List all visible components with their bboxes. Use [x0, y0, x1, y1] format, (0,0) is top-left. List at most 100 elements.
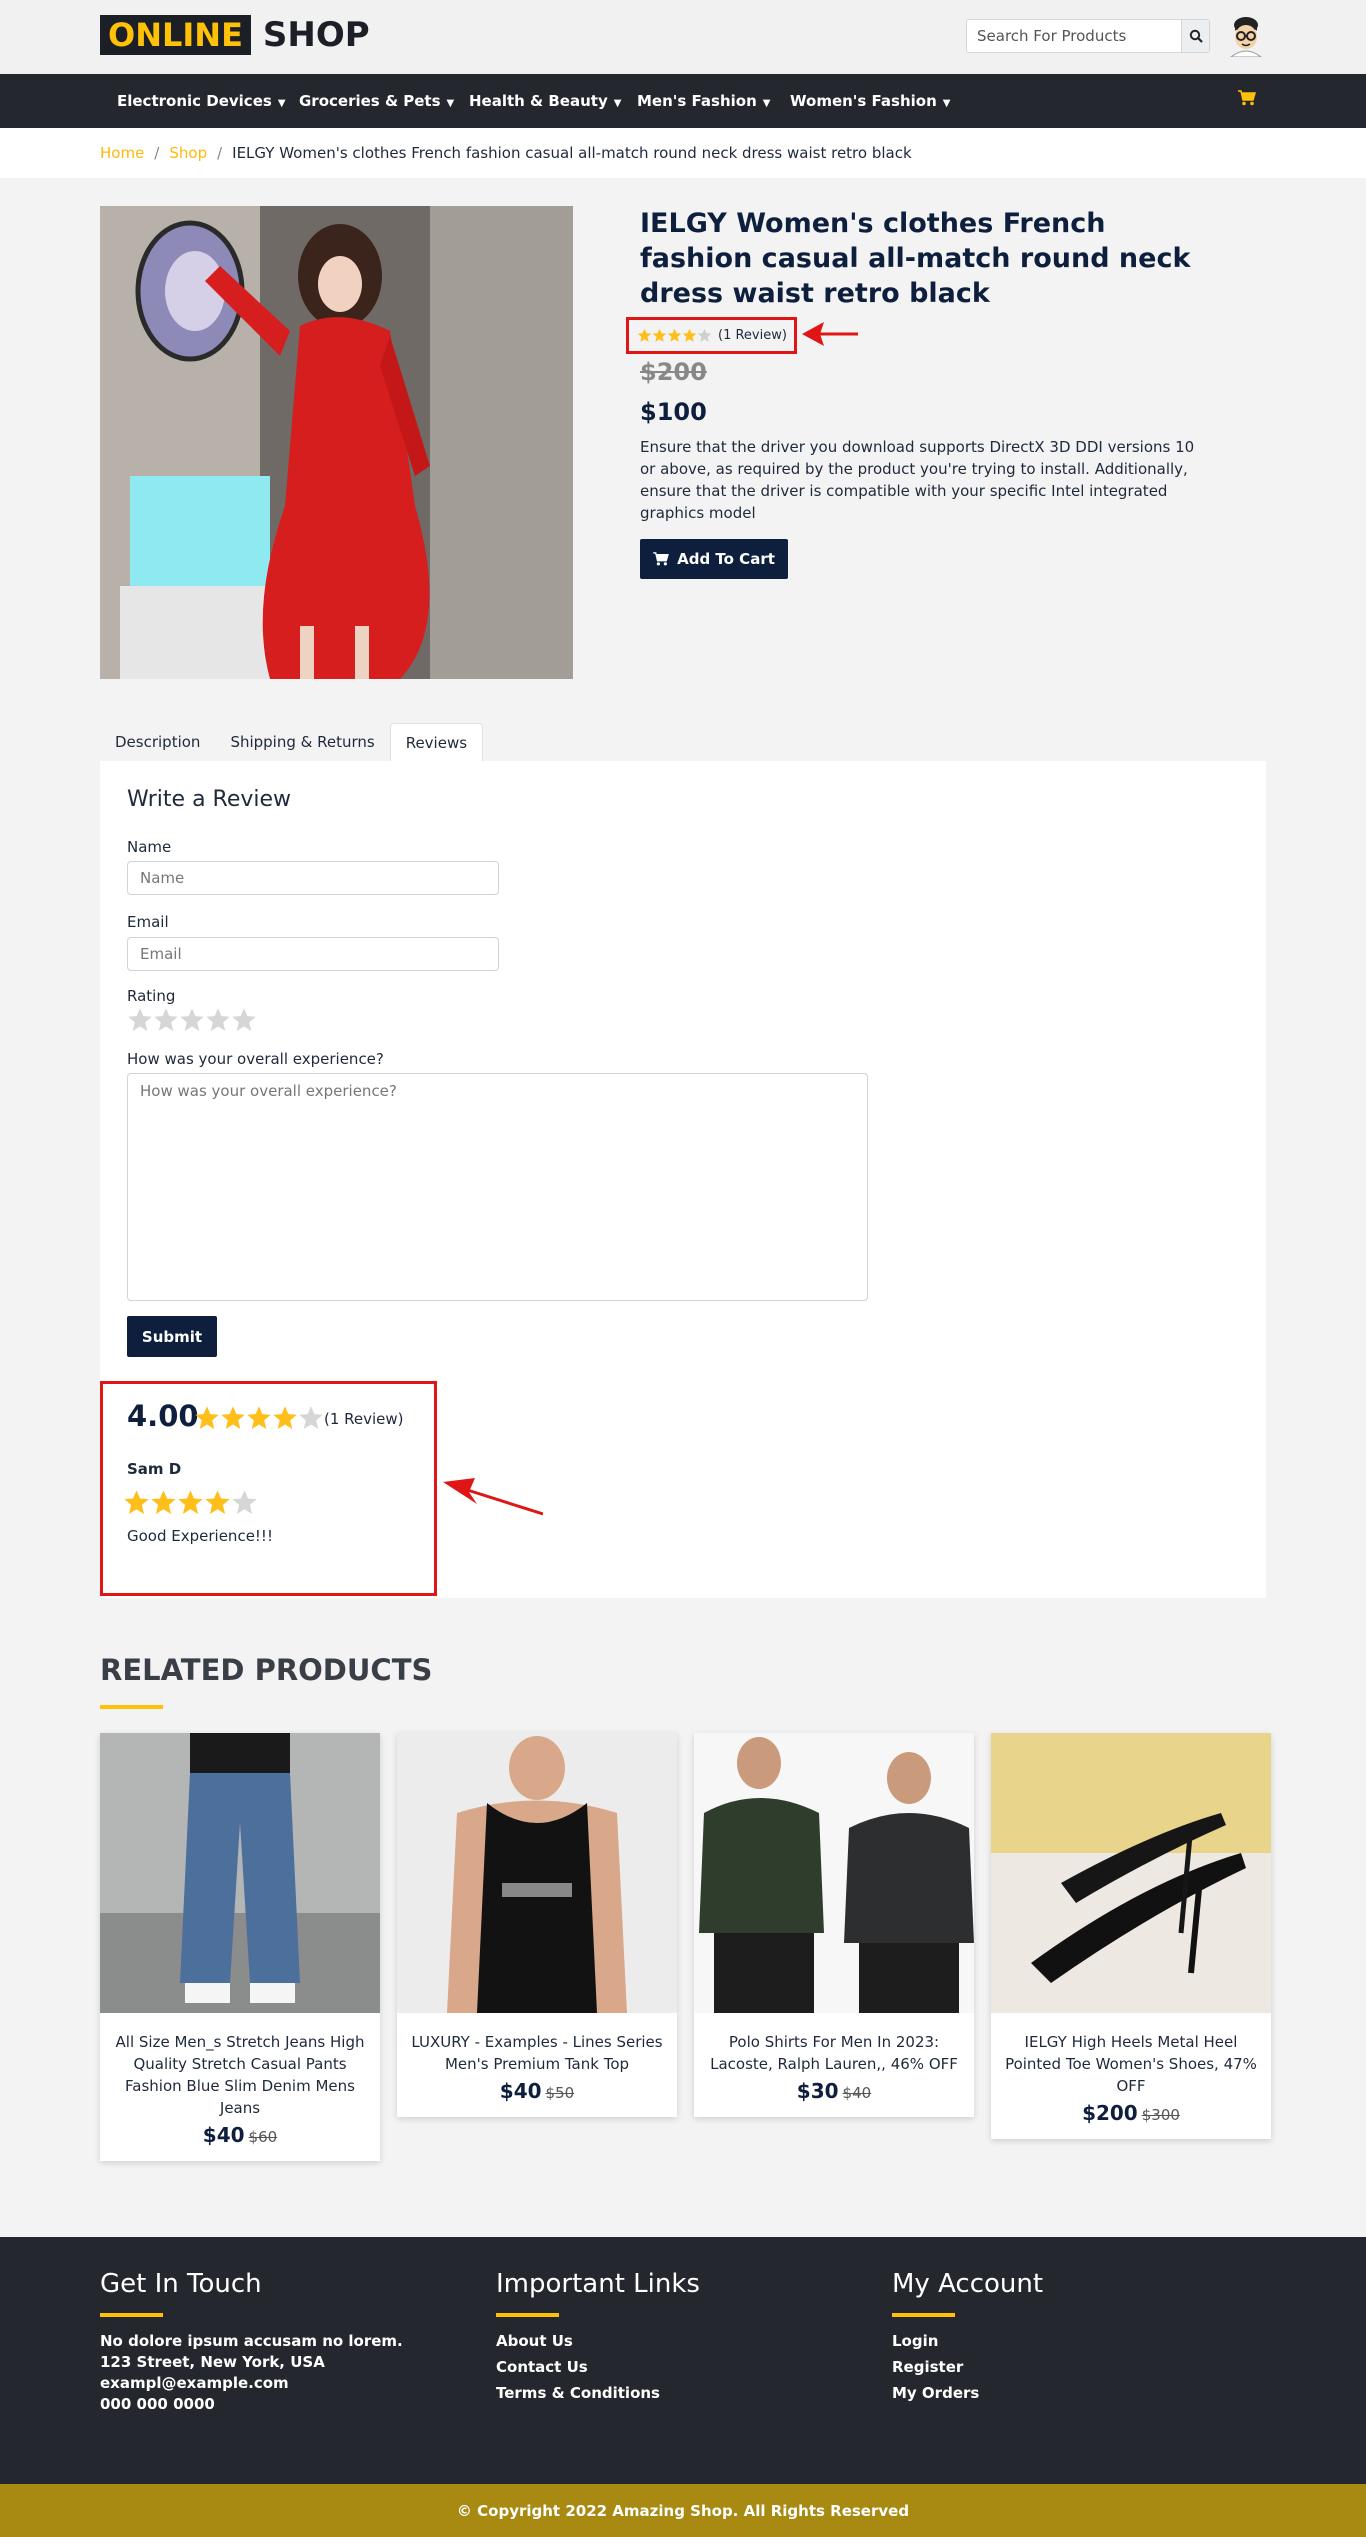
nav-label: Electronic Devices	[117, 92, 272, 110]
heading-underline	[496, 2313, 559, 2317]
search-bar	[966, 19, 1210, 53]
review-form-title: Write a Review	[127, 787, 292, 812]
name-field[interactable]	[127, 861, 499, 895]
tab-reviews[interactable]: Reviews	[389, 723, 484, 761]
product-price: $100	[640, 398, 707, 426]
product-image	[100, 1733, 380, 2013]
submit-button[interactable]: Submit	[127, 1316, 217, 1357]
product-card-name: Polo Shirts For Men In 2023: Lacoste, Ra…	[710, 2033, 958, 2073]
product-card-old-price: $40	[842, 2084, 872, 2102]
nav-womens-fashion[interactable]: Women's Fashion ▼	[790, 74, 950, 128]
footer-link-register[interactable]: Register	[892, 2357, 1043, 2378]
star-filled-icon	[221, 1406, 245, 1430]
footer-account: My Account Login Register My Orders	[892, 2269, 1043, 2409]
product-card[interactable]: IELGY High Heels Metal Heel Pointed Toe …	[991, 1733, 1271, 2139]
footer-link-about[interactable]: About Us	[496, 2331, 700, 2352]
search-input[interactable]	[967, 20, 1181, 52]
product-card-prices: $30 $40	[694, 2075, 974, 2117]
star-empty-icon	[299, 1406, 323, 1430]
breadcrumb-shop[interactable]: Shop	[169, 144, 207, 162]
product-tabs: Description Shipping & Returns Reviews	[100, 723, 484, 761]
star-filled-icon	[151, 1490, 176, 1514]
nav-mens-fashion[interactable]: Men's Fashion ▼	[637, 74, 770, 128]
caret-down-icon: ▼	[762, 98, 771, 109]
caret-down-icon: ▼	[277, 98, 286, 109]
nav-label: Health & Beauty	[469, 92, 608, 110]
product-image	[397, 1733, 677, 2013]
product-card[interactable]: All Size Men_s Stretch Jeans High Qualit…	[100, 1733, 380, 2161]
copyright-bar: © Copyright 2022 Amazing Shop. All Right…	[0, 2484, 1366, 2537]
avatar-icon[interactable]	[1225, 15, 1267, 57]
product-card[interactable]: Polo Shirts For Men In 2023: Lacoste, Ra…	[694, 1733, 974, 2117]
product-review-count[interactable]: (1 Review)	[718, 328, 787, 343]
footer-link-login[interactable]: Login	[892, 2331, 1043, 2352]
tab-description[interactable]: Description	[100, 723, 215, 761]
footer-heading: Important Links	[496, 2269, 700, 2299]
tab-shipping-returns[interactable]: Shipping & Returns	[215, 723, 389, 761]
breadcrumb: Home / Shop / IELGY Women's clothes Fren…	[0, 128, 1366, 178]
product-card-old-price: $300	[1141, 2106, 1180, 2124]
email-field[interactable]	[127, 937, 499, 971]
review-text: Good Experience!!!	[127, 1527, 273, 1545]
main-navbar: Electronic Devices ▼ Groceries & Pets ▼ He…	[0, 74, 1366, 128]
product-card-prices: $40 $60	[100, 2119, 380, 2161]
star-input-icon[interactable]	[179, 1007, 205, 1033]
product-card-price: $30	[796, 2079, 839, 2103]
email-label: Email	[127, 913, 169, 931]
star-filled-icon	[273, 1406, 297, 1430]
footer-link-contact[interactable]: Contact Us	[496, 2357, 700, 2378]
product-image	[991, 1733, 1271, 2013]
title-underline	[100, 1705, 163, 1709]
breadcrumb-home[interactable]: Home	[100, 144, 144, 162]
product-description: Ensure that the driver you download supp…	[640, 438, 1195, 522]
average-rating-stars	[194, 1405, 324, 1431]
star-filled-icon	[124, 1490, 149, 1514]
arrow-annotation-icon	[443, 1478, 543, 1516]
star-filled-icon	[205, 1490, 230, 1514]
nav-electronic-devices[interactable]: Electronic Devices ▼	[117, 74, 286, 128]
nav-groceries-pets[interactable]: Groceries & Pets ▼	[299, 74, 454, 128]
star-input-icon[interactable]	[153, 1007, 179, 1033]
nav-health-beauty[interactable]: Health & Beauty ▼	[469, 74, 621, 128]
footer-heading: Get In Touch	[100, 2269, 262, 2299]
breadcrumb-separator: /	[217, 144, 223, 162]
footer-link-terms[interactable]: Terms & Conditions	[496, 2383, 700, 2404]
cart-icon[interactable]	[1238, 90, 1256, 106]
breadcrumb-separator: /	[154, 144, 160, 162]
search-button[interactable]	[1181, 20, 1209, 52]
product-title: IELGY Women's clothes French fashion cas…	[640, 208, 1191, 309]
star-input-icon[interactable]	[205, 1007, 231, 1033]
experience-textarea[interactable]	[127, 1073, 868, 1301]
add-to-cart-button[interactable]: Add To Cart	[640, 539, 788, 579]
nav-label: Groceries & Pets	[299, 92, 441, 110]
footer-link-orders[interactable]: My Orders	[892, 2383, 1043, 2404]
heading-underline	[100, 2313, 163, 2317]
arrow-annotation-icon	[802, 322, 858, 346]
rating-input	[127, 1007, 257, 1033]
name-label: Name	[127, 838, 172, 856]
footer-email: exampl@example.com	[100, 2374, 289, 2392]
product-info: IELGY Women's clothes French fashion cas…	[640, 206, 1200, 311]
site-logo[interactable]: ONLINE SHOP	[100, 15, 370, 55]
product-old-price: $200	[640, 358, 707, 386]
average-review-count: (1 Review)	[324, 1410, 404, 1428]
product-card-price: $200	[1082, 2101, 1138, 2125]
star-input-icon[interactable]	[231, 1007, 257, 1033]
breadcrumb-current: IELGY Women's clothes French fashion cas…	[232, 144, 912, 162]
nav-label: Women's Fashion	[790, 92, 937, 110]
product-card[interactable]: LUXURY - Examples - Lines Series Men's P…	[397, 1733, 677, 2117]
star-input-icon[interactable]	[127, 1007, 153, 1033]
product-card-prices: $200 $300	[991, 2097, 1271, 2139]
star-empty-icon	[232, 1490, 257, 1514]
logo-highlight: ONLINE	[100, 15, 251, 55]
product-rating-highlight: (1 Review)	[626, 317, 797, 354]
cart-icon	[653, 552, 669, 566]
logo-text: SHOP	[262, 15, 370, 55]
reviewer-name: Sam D	[127, 1460, 182, 1478]
star-filled-icon	[637, 328, 652, 342]
top-header: ONLINE SHOP	[0, 0, 1366, 74]
heading-underline	[892, 2313, 955, 2317]
caret-down-icon: ▼	[613, 98, 622, 109]
star-filled-icon	[178, 1490, 203, 1514]
product-card-name: IELGY High Heels Metal Heel Pointed Toe …	[1005, 2033, 1257, 2095]
